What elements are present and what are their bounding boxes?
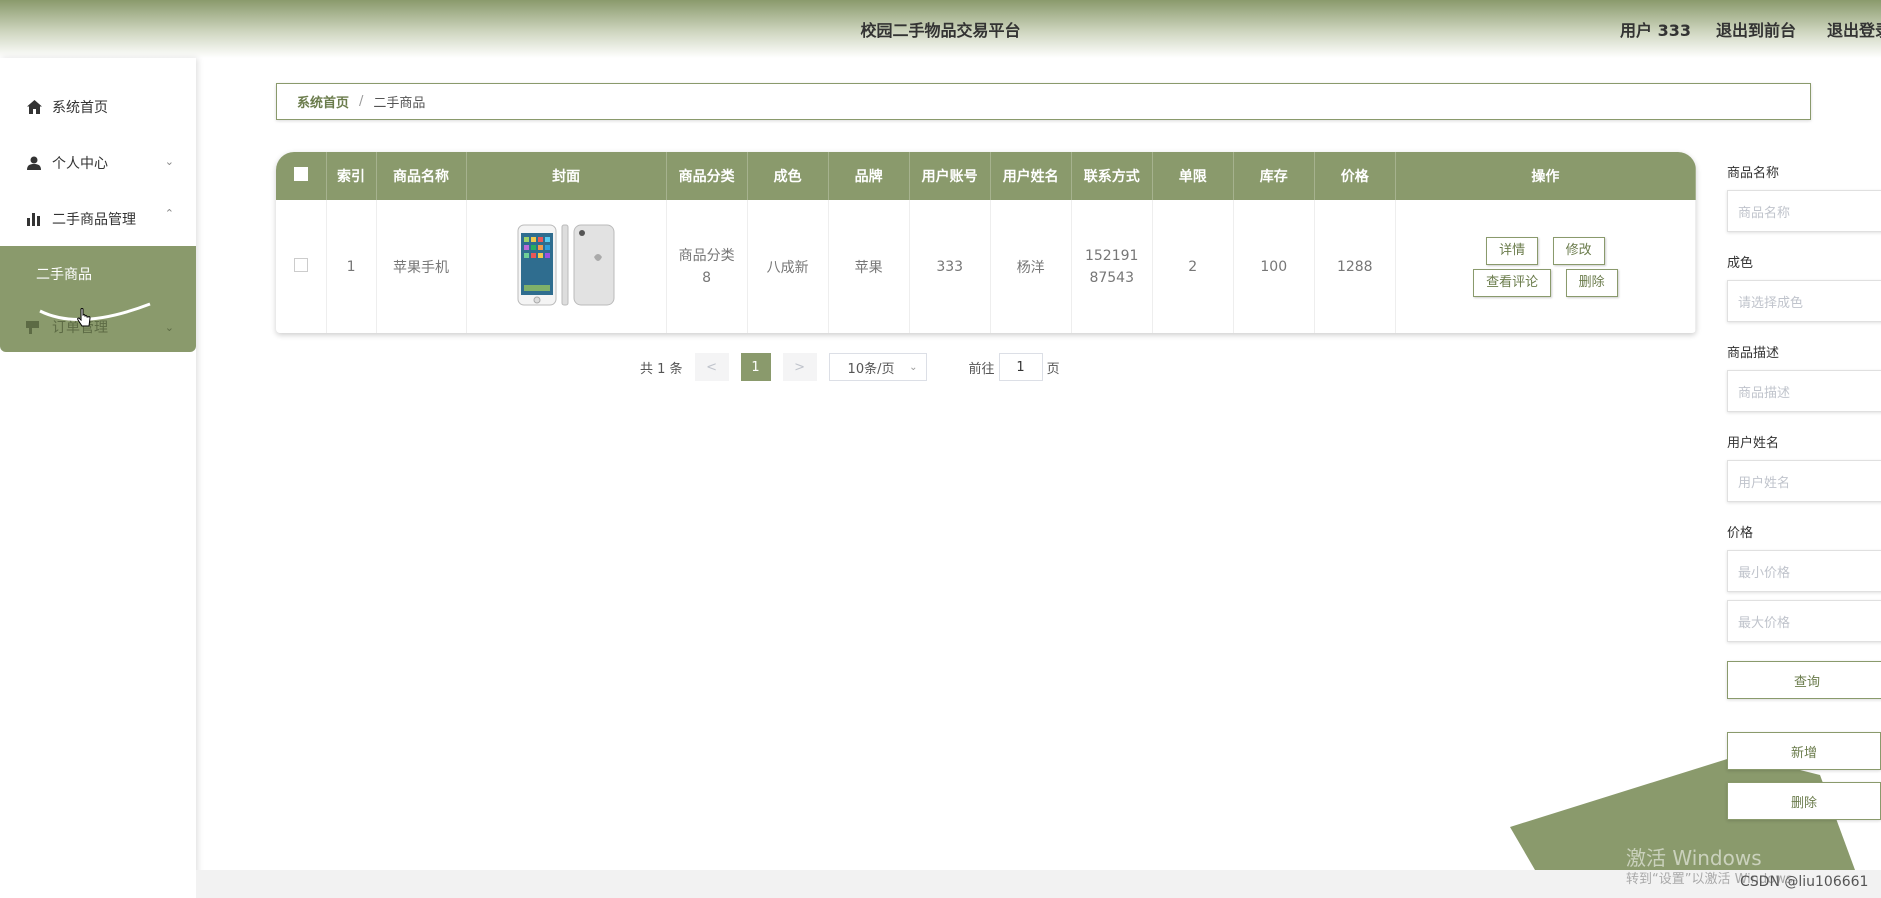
condition-select[interactable]: 请选择成色: [1727, 280, 1881, 322]
chevron-up-icon: ⌃: [164, 207, 174, 220]
chevron-down-icon: ⌄: [164, 155, 174, 168]
goods-name-input[interactable]: 商品名称: [1727, 190, 1881, 232]
logout-link[interactable]: 退出登录: [1827, 17, 1881, 41]
index-cell: 1: [326, 200, 377, 333]
delete-row-button[interactable]: 删除: [1565, 268, 1618, 297]
column-header: 价格: [1314, 152, 1396, 200]
page-number-current[interactable]: 1: [740, 353, 771, 381]
page-size-select[interactable]: 10条/页 ⌄: [828, 353, 927, 381]
column-header: 商品名称: [376, 152, 467, 200]
price-cell: 1288: [1314, 200, 1396, 333]
brand-cell: 苹果: [828, 200, 910, 333]
category-cell: 商品分类8: [666, 200, 748, 333]
breadcrumb: 系统首页 / 二手商品: [276, 83, 1811, 120]
sidebar-item-personal[interactable]: 个人中心 ⌄: [0, 135, 196, 191]
breadcrumb-separator: /: [359, 94, 364, 109]
site-title: 校园二手物品交易平台: [860, 21, 1021, 40]
actions-cell: 详情 修改 查看评论 删除: [1395, 200, 1696, 333]
query-button[interactable]: 查询: [1727, 661, 1881, 699]
column-header: 用户账号: [909, 152, 991, 200]
row-checkbox[interactable]: [293, 257, 308, 272]
csdn-watermark: CSDN @liu106661: [1740, 874, 1869, 890]
select-all-checkbox[interactable]: [293, 167, 308, 181]
column-header: 品牌: [828, 152, 910, 200]
goods-desc-input[interactable]: 商品描述: [1727, 370, 1881, 412]
column-header: 索引: [326, 152, 377, 200]
filter-price-label: 价格: [1727, 526, 1754, 541]
min-price-input[interactable]: 最小价格: [1727, 550, 1881, 592]
chevron-down-icon: ⌄: [909, 361, 918, 373]
sidebar-item-label: 个人中心: [52, 156, 108, 172]
breadcrumb-home[interactable]: 系统首页: [297, 92, 349, 111]
page-unit-label: 页: [1046, 361, 1060, 377]
user-icon: [26, 155, 42, 171]
max-price-input[interactable]: 最大价格: [1727, 600, 1881, 642]
account-cell: 333: [909, 200, 991, 333]
condition-cell: 八成新: [747, 200, 829, 333]
cover-cell: [466, 200, 667, 333]
cover-image[interactable]: [516, 223, 616, 307]
username-cell: 杨洋: [990, 200, 1072, 333]
cursor-icon: [77, 308, 91, 327]
username-input[interactable]: 用户姓名: [1727, 460, 1881, 502]
sidebar-sub-item-goods[interactable]: 二手商品: [36, 264, 92, 284]
pagination: 共 1 条 < 1 > 10条/页 ⌄ 前往 1 页: [640, 353, 1060, 381]
prev-page-button[interactable]: <: [694, 353, 729, 381]
goods-table: 索引 商品名称 封面 商品分类 成色 品牌 用户账号 用户姓名 联系方式 单限 …: [276, 152, 1696, 333]
row-select-cell[interactable]: [276, 200, 327, 333]
filter-desc-label: 商品描述: [1727, 346, 1780, 361]
pager-total: 共 1 条: [640, 361, 683, 377]
view-comments-button[interactable]: 查看评论: [1473, 268, 1552, 297]
table-header-row: 索引 商品名称 封面 商品分类 成色 品牌 用户账号 用户姓名 联系方式 单限 …: [276, 152, 1696, 200]
wave-decoration: [39, 302, 151, 321]
column-header: 联系方式: [1071, 152, 1153, 200]
name-cell: 苹果手机: [376, 200, 467, 333]
column-header: 单限: [1152, 152, 1234, 200]
back-to-front-link[interactable]: 退出到前台: [1716, 17, 1796, 41]
home-icon: [26, 99, 42, 115]
filter-name-label: 商品名称: [1727, 166, 1780, 181]
next-page-button[interactable]: >: [782, 353, 817, 381]
sidebar-item-home[interactable]: 系统首页: [0, 79, 196, 135]
breadcrumb-current: 二手商品: [373, 96, 426, 111]
windows-watermark: 激活 Windows: [1626, 846, 1762, 870]
add-button[interactable]: 新增: [1727, 732, 1881, 770]
column-header: 操作: [1395, 152, 1696, 200]
page-size-value: 10条/页: [847, 361, 895, 377]
stock-cell: 100: [1233, 200, 1315, 333]
select-all-cell[interactable]: [276, 152, 327, 200]
goto-label: 前往: [968, 361, 995, 377]
sidebar: 系统首页 个人中心 ⌄ 二手商品管理 ⌃ 二手商品 订单管理 ⌄: [0, 58, 196, 898]
goto-page-input[interactable]: 1: [998, 353, 1043, 381]
phone-cell: 15219187543: [1071, 200, 1153, 333]
column-header: 库存: [1233, 152, 1315, 200]
bar-chart-icon: [26, 211, 42, 227]
table-row: 1 苹果手机 商品分类8 八成新 苹果 333 杨洋 15219187543 2…: [276, 200, 1696, 333]
edit-button[interactable]: 修改: [1552, 236, 1605, 265]
sidebar-item-label: 二手商品管理: [52, 212, 136, 228]
top-header: 校园二手物品交易平台 用户 333 退出到前台 退出登录: [0, 0, 1881, 58]
delete-button[interactable]: 删除: [1727, 782, 1881, 820]
filter-condition-label: 成色: [1727, 256, 1754, 271]
detail-button[interactable]: 详情: [1486, 236, 1539, 265]
column-header: 用户姓名: [990, 152, 1072, 200]
current-user: 用户 333: [1620, 21, 1691, 40]
column-header: 封面: [466, 152, 667, 200]
sidebar-item-label: 系统首页: [52, 100, 108, 116]
sidebar-item-goods-management[interactable]: 二手商品管理 ⌃: [0, 191, 196, 247]
column-header: 商品分类: [666, 152, 748, 200]
filter-username-label: 用户姓名: [1727, 436, 1780, 451]
column-header: 成色: [747, 152, 829, 200]
limit-cell: 2: [1152, 200, 1234, 333]
